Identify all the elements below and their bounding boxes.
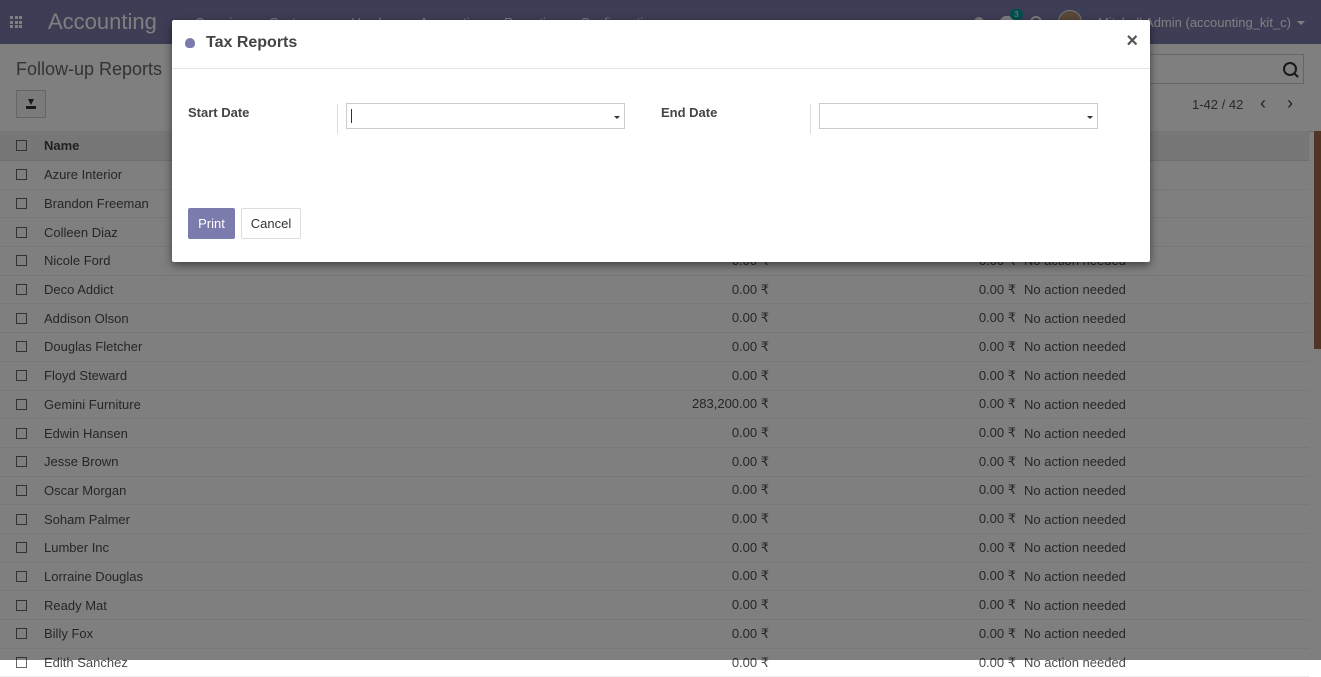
caret-down-icon[interactable] xyxy=(1087,116,1093,119)
field-divider xyxy=(810,104,811,134)
start-date-input[interactable] xyxy=(346,103,625,129)
field-divider xyxy=(337,104,338,134)
start-date-label: Start Date xyxy=(188,105,250,120)
end-date-label: End Date xyxy=(661,105,718,120)
text-cursor xyxy=(351,109,352,123)
cancel-button[interactable]: Cancel xyxy=(241,208,301,239)
debug-bug-icon[interactable] xyxy=(185,38,195,48)
print-button[interactable]: Print xyxy=(188,208,235,239)
modal-title: Tax Reports xyxy=(206,34,298,51)
modal-header: Tax Reports × xyxy=(172,20,1150,69)
end-date-input[interactable] xyxy=(819,103,1098,129)
caret-down-icon[interactable] xyxy=(614,116,620,119)
close-button[interactable]: × xyxy=(1126,31,1138,51)
tax-reports-dialog: Tax Reports × Start Date End Date Print … xyxy=(172,20,1150,262)
